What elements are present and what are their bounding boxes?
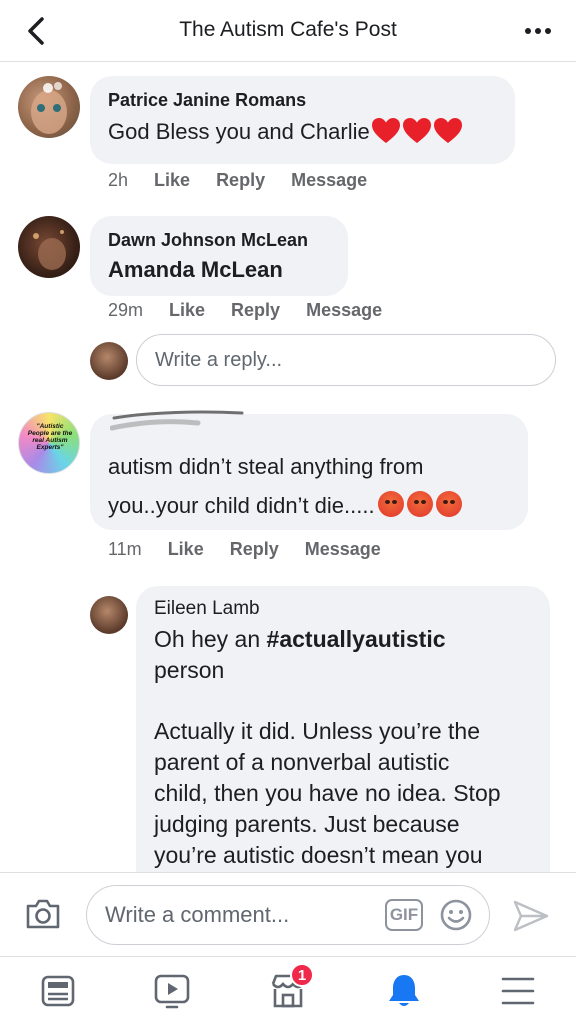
- reply-button[interactable]: Reply: [231, 300, 280, 321]
- emoji-button[interactable]: [439, 898, 473, 932]
- comment-time[interactable]: 11m: [108, 539, 142, 560]
- page-title: The Autism Cafe's Post: [179, 18, 397, 41]
- comment-bubble: Dawn Johnson McLean Amanda McLean: [90, 216, 348, 296]
- comment-meta: 11m Like Reply Message: [108, 539, 407, 560]
- like-button[interactable]: Like: [168, 539, 204, 560]
- camera-button[interactable]: [24, 897, 62, 931]
- reply-author[interactable]: Eileen Lamb: [154, 598, 532, 620]
- current-user-avatar: [90, 342, 128, 380]
- more-options-button[interactable]: [520, 18, 556, 44]
- comment-composer: GIF: [0, 872, 576, 956]
- angry-emoji-icon: [377, 491, 404, 517]
- nav-watch[interactable]: [152, 971, 192, 1011]
- send-button[interactable]: [512, 899, 550, 933]
- comment-meta: 29m Like Reply Message: [108, 300, 408, 321]
- reply-button[interactable]: Reply: [230, 539, 279, 560]
- redacted-name: [110, 410, 244, 431]
- news-feed-icon: [41, 975, 75, 1007]
- heart-emoji-icon: [371, 118, 400, 143]
- comment-text[interactable]: Amanda McLean: [108, 255, 330, 285]
- comment-time[interactable]: 29m: [108, 300, 143, 321]
- profile-photo: [33, 230, 66, 270]
- profile-photo: [31, 82, 67, 134]
- avatar[interactable]: [18, 76, 80, 138]
- reply-text: Oh hey an #actuallyautistic person Actua…: [154, 624, 532, 871]
- nav-notifications[interactable]: [384, 971, 424, 1011]
- avatar-caption: "Autistic People are the real Autism Exp…: [27, 423, 73, 451]
- comment-text: God Bless you and Charlie: [108, 117, 497, 147]
- comment-meta: 2h Like Reply Message: [108, 170, 393, 191]
- comment-text-body: God Bless you and Charlie: [108, 119, 370, 144]
- reply-input[interactable]: [136, 334, 556, 386]
- heart-emoji-icon: [402, 118, 431, 143]
- comment-author[interactable]: Patrice Janine Romans: [108, 90, 497, 111]
- gif-button[interactable]: GIF: [385, 899, 423, 931]
- menu-icon: [501, 977, 535, 1005]
- heart-emojis: [370, 118, 463, 144]
- comment-bubble: Patrice Janine Romans God Bless you and …: [90, 76, 515, 164]
- like-button[interactable]: Like: [169, 300, 205, 321]
- reply-text-line: Actually it did. Unless you’re the: [154, 718, 480, 744]
- top-bar: The Autism Cafe's Post: [0, 0, 576, 62]
- notifications-icon: [389, 975, 419, 1006]
- message-button[interactable]: Message: [291, 170, 367, 191]
- smiley-icon: [440, 899, 472, 931]
- watch-icon: [154, 974, 190, 1009]
- reply-avatar[interactable]: [90, 596, 128, 634]
- angry-emojis: [375, 491, 462, 518]
- comment-bubble: autism didn’t steal anything from you..y…: [90, 410, 528, 530]
- comment-box: GIF: [86, 885, 490, 945]
- nav-news-feed[interactable]: [38, 971, 78, 1011]
- comment-text-line-1: autism didn’t steal anything from: [108, 454, 424, 479]
- hashtag-link[interactable]: #actuallyautistic: [267, 626, 446, 652]
- angry-emoji-icon: [435, 491, 462, 517]
- comment-time[interactable]: 2h: [108, 170, 128, 191]
- comment-text-body: you..your child didn’t die.....: [108, 493, 375, 518]
- message-button[interactable]: Message: [305, 539, 381, 560]
- reply-bubble: Eileen Lamb Oh hey an #actuallyautistic …: [136, 586, 550, 872]
- comments-list: Patrice Janine Romans God Bless you and …: [0, 62, 576, 872]
- more-horizontal-icon: [525, 28, 551, 34]
- comment-text-line-2: you..your child didn’t die.....: [108, 491, 462, 521]
- reply-text-line: person: [154, 657, 225, 683]
- nav-menu[interactable]: [498, 971, 538, 1011]
- reply-text-prefix: Oh hey an: [154, 626, 267, 652]
- back-button[interactable]: [20, 14, 52, 48]
- reply-text-line: parent of a nonverbal autistic: [154, 749, 450, 775]
- reply-text-line: child, then you have no idea. Stop: [154, 780, 501, 806]
- comment-author[interactable]: Dawn Johnson McLean: [108, 230, 330, 251]
- camera-icon: [26, 899, 60, 929]
- comment-input[interactable]: [105, 886, 375, 943]
- send-icon: [513, 900, 549, 932]
- chevron-left-icon: [28, 17, 44, 45]
- reply-button[interactable]: Reply: [216, 170, 265, 191]
- nav-marketplace[interactable]: 1: [268, 963, 314, 1011]
- bottom-navigation: 1: [0, 956, 576, 1024]
- avatar[interactable]: "Autistic People are the real Autism Exp…: [18, 412, 80, 474]
- message-button[interactable]: Message: [306, 300, 382, 321]
- avatar[interactable]: [18, 216, 80, 278]
- angry-emoji-icon: [406, 491, 433, 517]
- reply-text-line: you’re autistic doesn’t mean you: [154, 842, 483, 868]
- notification-badge: 1: [290, 963, 314, 987]
- heart-emoji-icon: [433, 118, 462, 143]
- like-button[interactable]: Like: [154, 170, 190, 191]
- reply-text-line: judging parents. Just because: [154, 811, 460, 837]
